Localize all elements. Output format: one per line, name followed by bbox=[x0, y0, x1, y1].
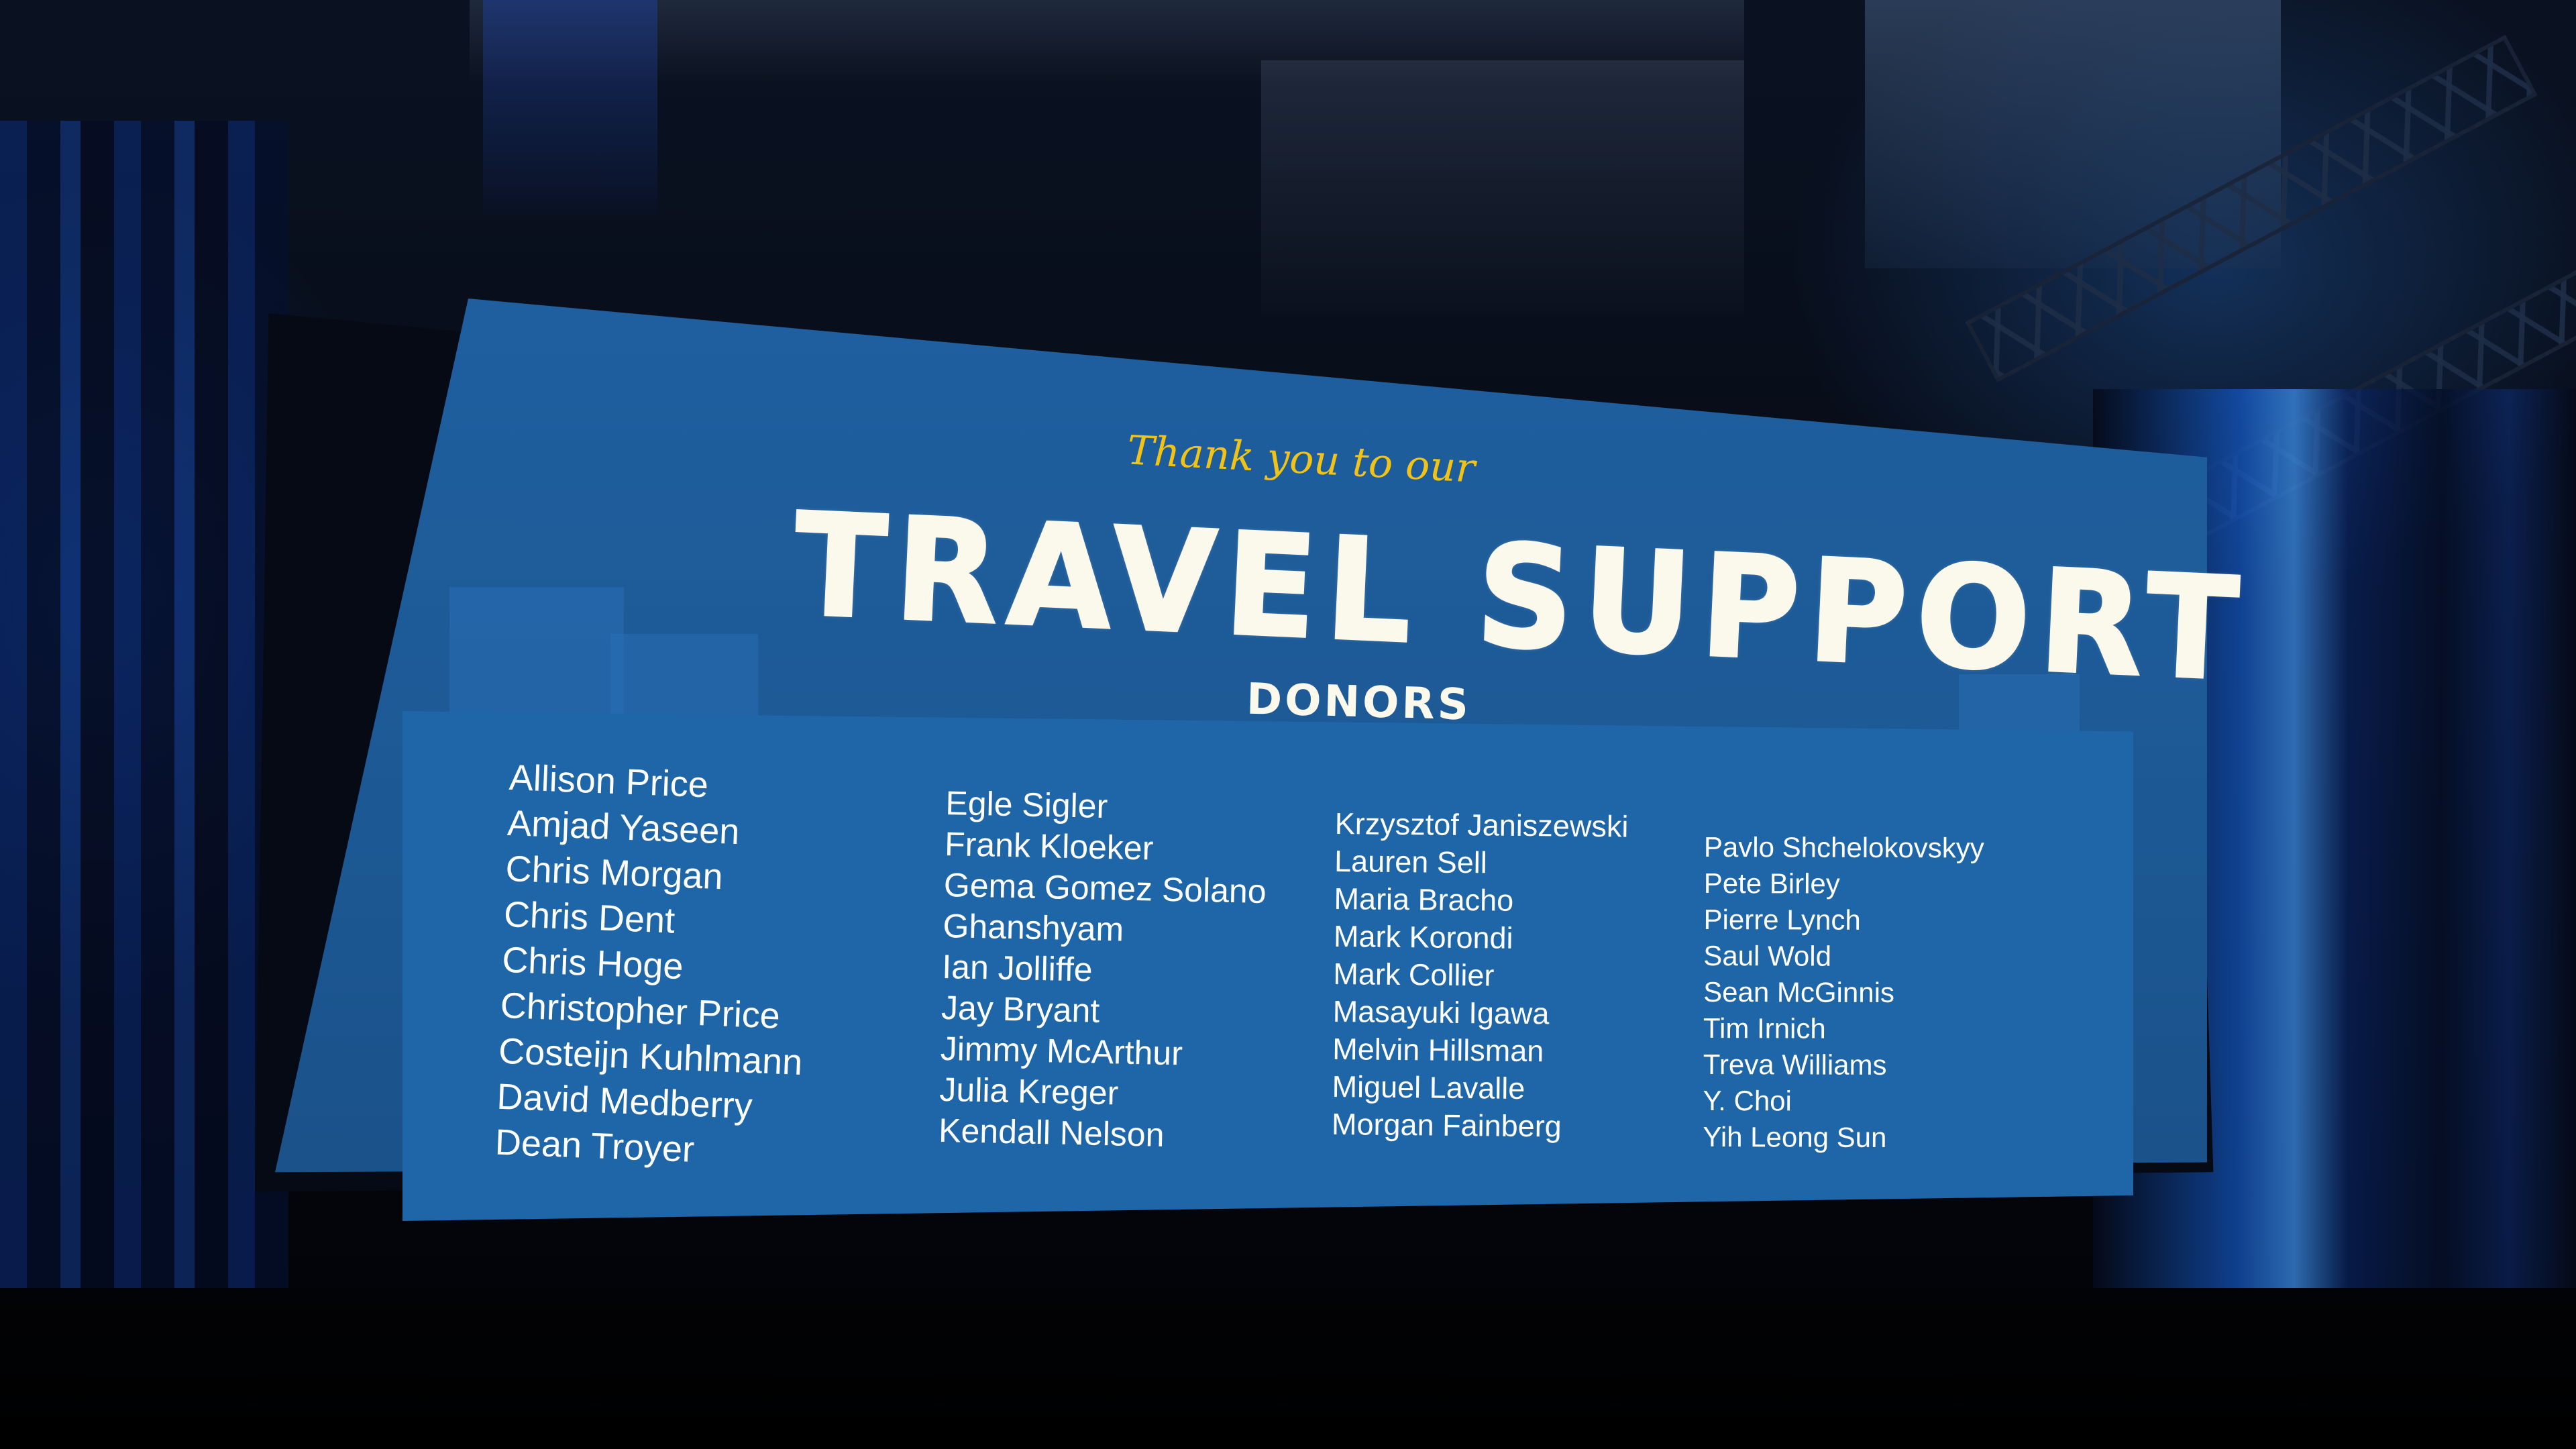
slide-subtitle: DONORS bbox=[1246, 674, 1472, 731]
donor-name: Treva Williams bbox=[1703, 1048, 1887, 1081]
donor-name: Krzysztof Janiszewski bbox=[1334, 806, 1629, 844]
auditorium-photo: Thank you to our TRAVEL SUPPORT DONORS A… bbox=[0, 0, 2576, 1449]
donor-name: Mark Collier bbox=[1333, 956, 1495, 993]
donor-name: Miguel Lavalle bbox=[1332, 1069, 1525, 1106]
donor-name: Yih Leong Sun bbox=[1703, 1120, 1887, 1153]
donor-name: Pierre Lynch bbox=[1703, 903, 1861, 936]
donor-name: Lauren Sell bbox=[1334, 843, 1488, 880]
donor-name: Y. Choi bbox=[1703, 1084, 1792, 1117]
donor-name: Mark Korondi bbox=[1333, 918, 1513, 955]
donor-name: Kendall Nelson bbox=[938, 1111, 1165, 1154]
donor-column-1: Allison Price Amjad Yaseen Chris Morgan … bbox=[494, 757, 814, 1181]
donor-name: Tim Irnich bbox=[1703, 1012, 1826, 1044]
donor-column-3: Krzysztof Janiszewski Lauren Sell Maria … bbox=[1331, 806, 1629, 1150]
donor-name: Pavlo Shchelokovskyy bbox=[1703, 831, 1984, 864]
donor-name: Morgan Fainberg bbox=[1331, 1106, 1562, 1144]
donor-name: Melvin Hillsman bbox=[1332, 1031, 1544, 1069]
slide-content: Thank you to our TRAVEL SUPPORT DONORS A… bbox=[0, 0, 2576, 1449]
donor-column-4: Pavlo Shchelokovskyy Pete Birley Pierre … bbox=[1703, 831, 1984, 1160]
donor-name: Saul Wold bbox=[1703, 939, 1832, 972]
donor-name: Masayuki Igawa bbox=[1332, 994, 1550, 1031]
donor-name: Pete Birley bbox=[1703, 867, 1840, 900]
slide-title: TRAVEL SUPPORT bbox=[790, 482, 2252, 714]
donor-name: Sean McGinnis bbox=[1703, 975, 1895, 1008]
donor-column-2: Egle Sigler Frank Kloeker Gema Gomez Sol… bbox=[938, 784, 1269, 1161]
donor-name: Maria Bracho bbox=[1334, 881, 1514, 918]
thank-you-heading: Thank you to our bbox=[1126, 427, 1477, 492]
